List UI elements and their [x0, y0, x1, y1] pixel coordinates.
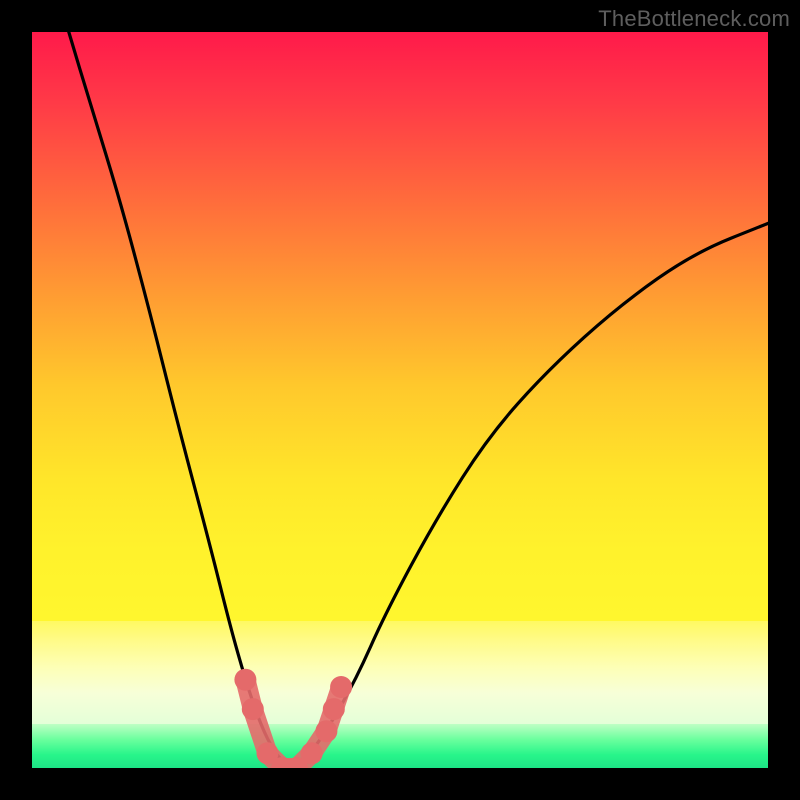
trough-marker — [234, 669, 256, 691]
trough-marker — [315, 720, 337, 742]
curve-layer — [32, 32, 768, 768]
trough-markers — [234, 669, 352, 768]
plot-area — [32, 32, 768, 768]
trough-marker — [242, 698, 264, 720]
chart-frame: TheBottleneck.com — [0, 0, 800, 800]
trough-marker — [323, 698, 345, 720]
trough-marker — [330, 676, 352, 698]
watermark-text: TheBottleneck.com — [598, 6, 790, 32]
trough-marker — [301, 742, 323, 764]
bottleneck-curve — [69, 32, 768, 766]
